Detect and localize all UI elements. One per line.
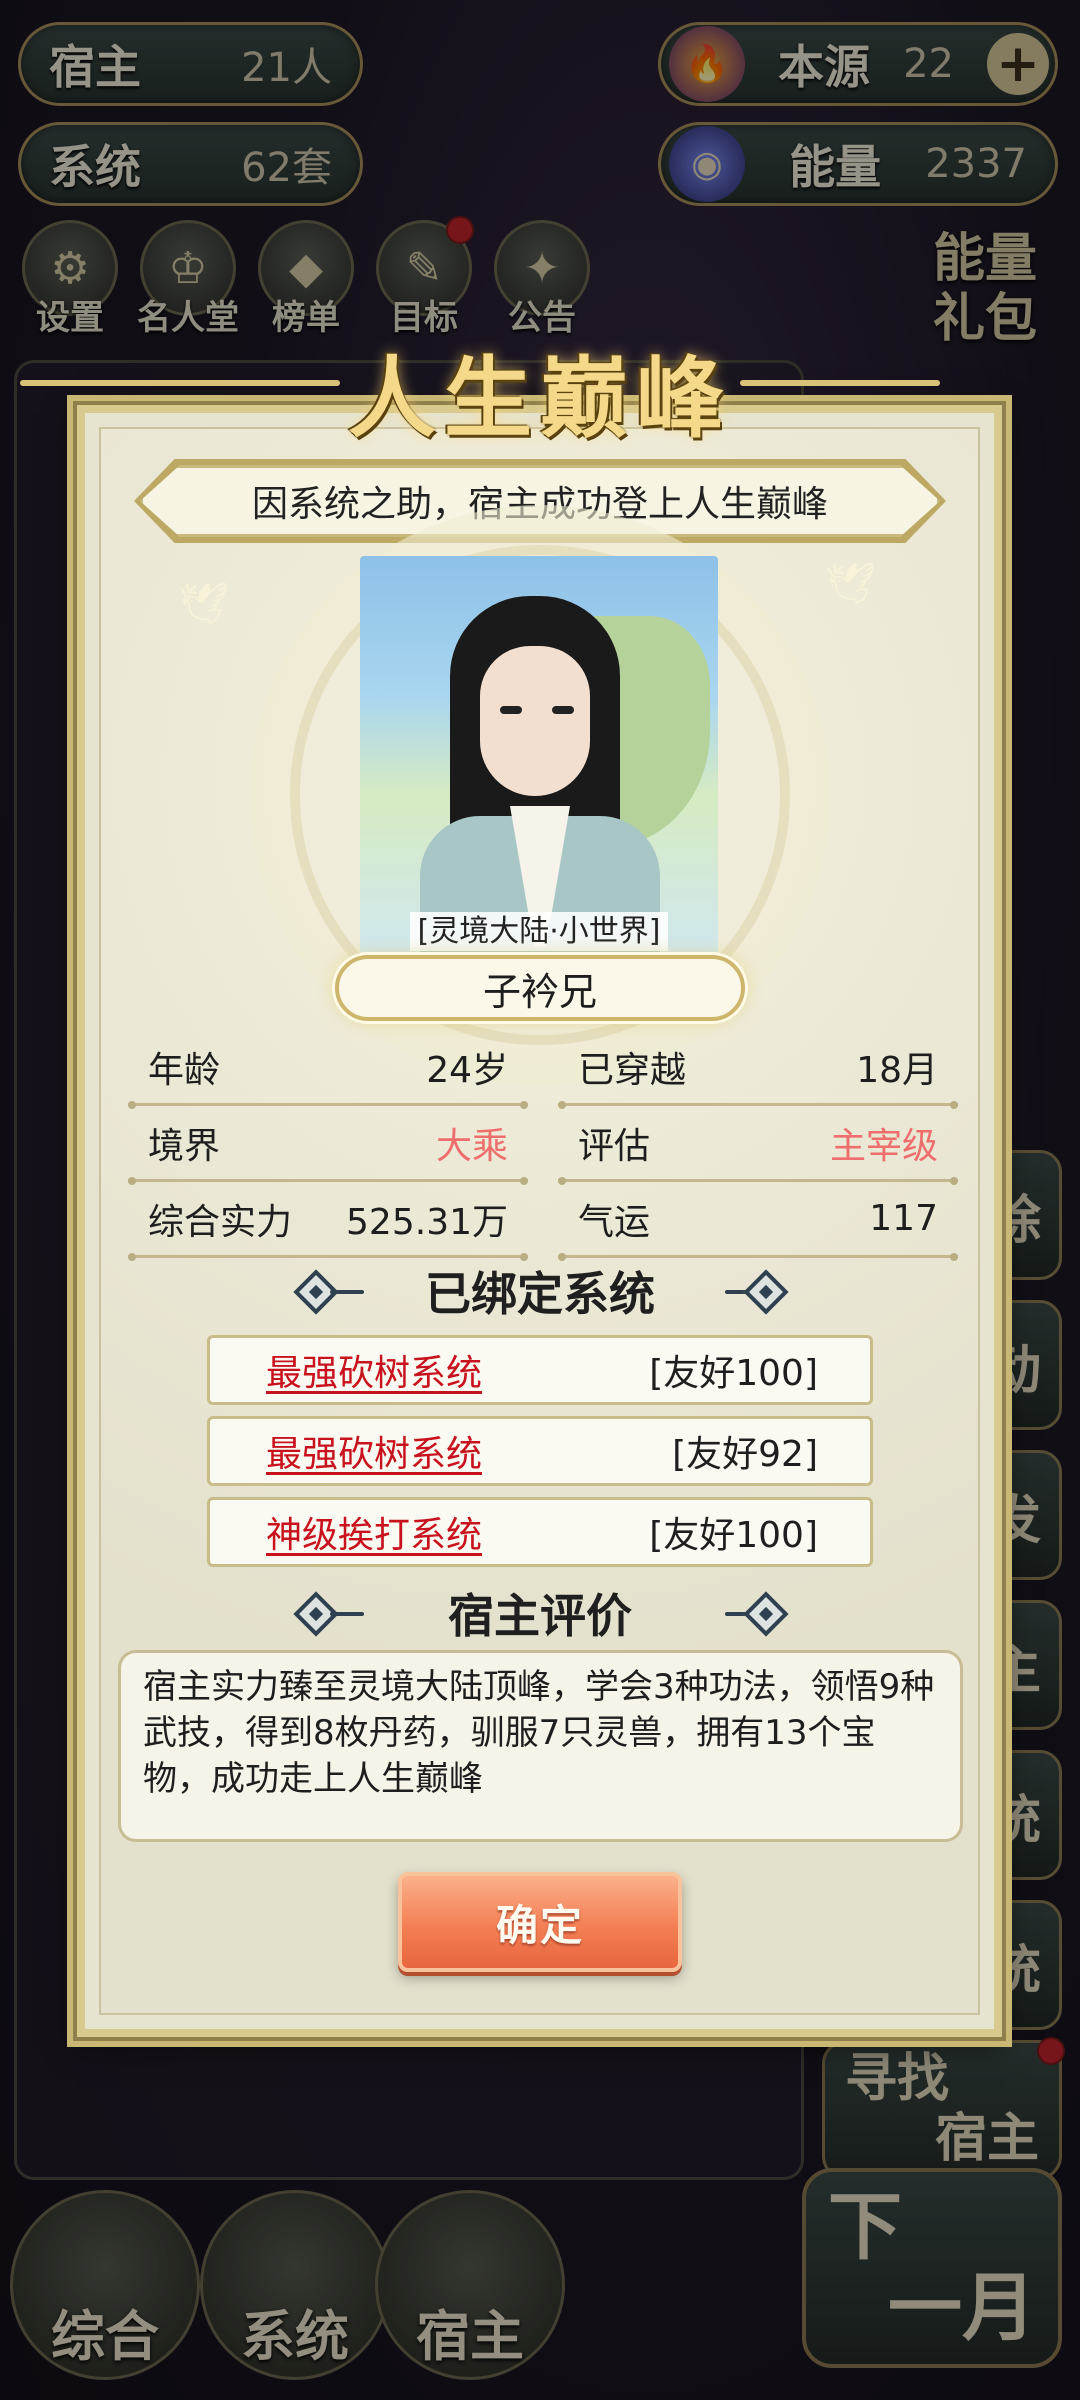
stat-value: 大乘 <box>435 1125 508 1167</box>
host-name: 子衿兄 <box>335 955 745 1021</box>
world-label-text: [灵境大陆·小世界] <box>409 912 669 951</box>
portrait-eye <box>500 706 522 714</box>
portrait-face <box>480 646 590 796</box>
crane-icon: 🕊 <box>178 581 229 627</box>
system-favor: [友好92] <box>672 1434 818 1475</box>
confirm-button[interactable]: 确定 <box>398 1872 682 1972</box>
stat-rating: 评估 主宰级 <box>558 1106 958 1185</box>
bound-system-row[interactable]: 最强砍树系统 [友好100] <box>207 1335 873 1405</box>
title-ornament-left <box>20 380 340 386</box>
stat-value: 24岁 <box>426 1049 508 1091</box>
system-name-link[interactable]: 神级挨打系统 <box>266 1506 482 1558</box>
world-label: [灵境大陆·小世界] <box>360 906 718 951</box>
portrait-eye <box>552 706 574 714</box>
stat-power: 综合实力 525.31万 <box>128 1182 528 1261</box>
bound-system-row[interactable]: 神级挨打系统 [友好100] <box>207 1497 873 1567</box>
stat-realm: 境界 大乘 <box>128 1106 528 1185</box>
stat-label: 境界 <box>148 1125 221 1167</box>
stat-label: 年龄 <box>148 1049 221 1091</box>
crane-icon: 🕊 <box>825 561 876 607</box>
system-favor: [友好100] <box>649 1515 818 1556</box>
dialog-title: 人生巅峰 <box>347 346 733 450</box>
host-stats: 年龄 24岁 已穿越 18月 境界 大乘 评估 主宰级 综合实力 525.31万… <box>128 1030 958 1261</box>
system-favor: [友好100] <box>649 1353 818 1394</box>
bound-system-row[interactable]: 最强砍树系统 [友好92] <box>207 1416 873 1486</box>
stat-label: 已穿越 <box>578 1049 687 1091</box>
bound-systems-title: 已绑定系统 <box>425 1267 655 1321</box>
headline-banner: 因系统之助，宿主成功登上人生巅峰 <box>140 465 940 537</box>
ornament-line <box>330 1290 364 1294</box>
stat-label: 综合实力 <box>148 1201 293 1243</box>
stat-value: 18月 <box>856 1049 938 1091</box>
host-portrait: [灵境大陆·小世界] <box>360 556 718 956</box>
system-name-link[interactable]: 最强砍树系统 <box>266 1425 482 1477</box>
stat-age: 年龄 24岁 <box>128 1030 528 1109</box>
system-name-link[interactable]: 最强砍树系统 <box>266 1344 482 1396</box>
stat-value: 525.31万 <box>346 1201 508 1243</box>
ornament-line <box>330 1612 364 1616</box>
stat-label: 评估 <box>578 1125 651 1167</box>
stat-luck: 气运 117 <box>558 1182 958 1261</box>
stat-label: 气运 <box>578 1201 651 1243</box>
stat-traveled: 已穿越 18月 <box>558 1030 958 1109</box>
stat-value: 117 <box>869 1198 938 1239</box>
title-ornament-right <box>740 380 940 386</box>
host-evaluation-title: 宿主评价 <box>448 1589 632 1643</box>
evaluation-text: 宿主实力臻至灵境大陆顶峰，学会3种功法，领悟9种武技，得到8枚丹药，驯服7只灵兽… <box>118 1650 963 1842</box>
stat-value: 主宰级 <box>829 1125 938 1167</box>
